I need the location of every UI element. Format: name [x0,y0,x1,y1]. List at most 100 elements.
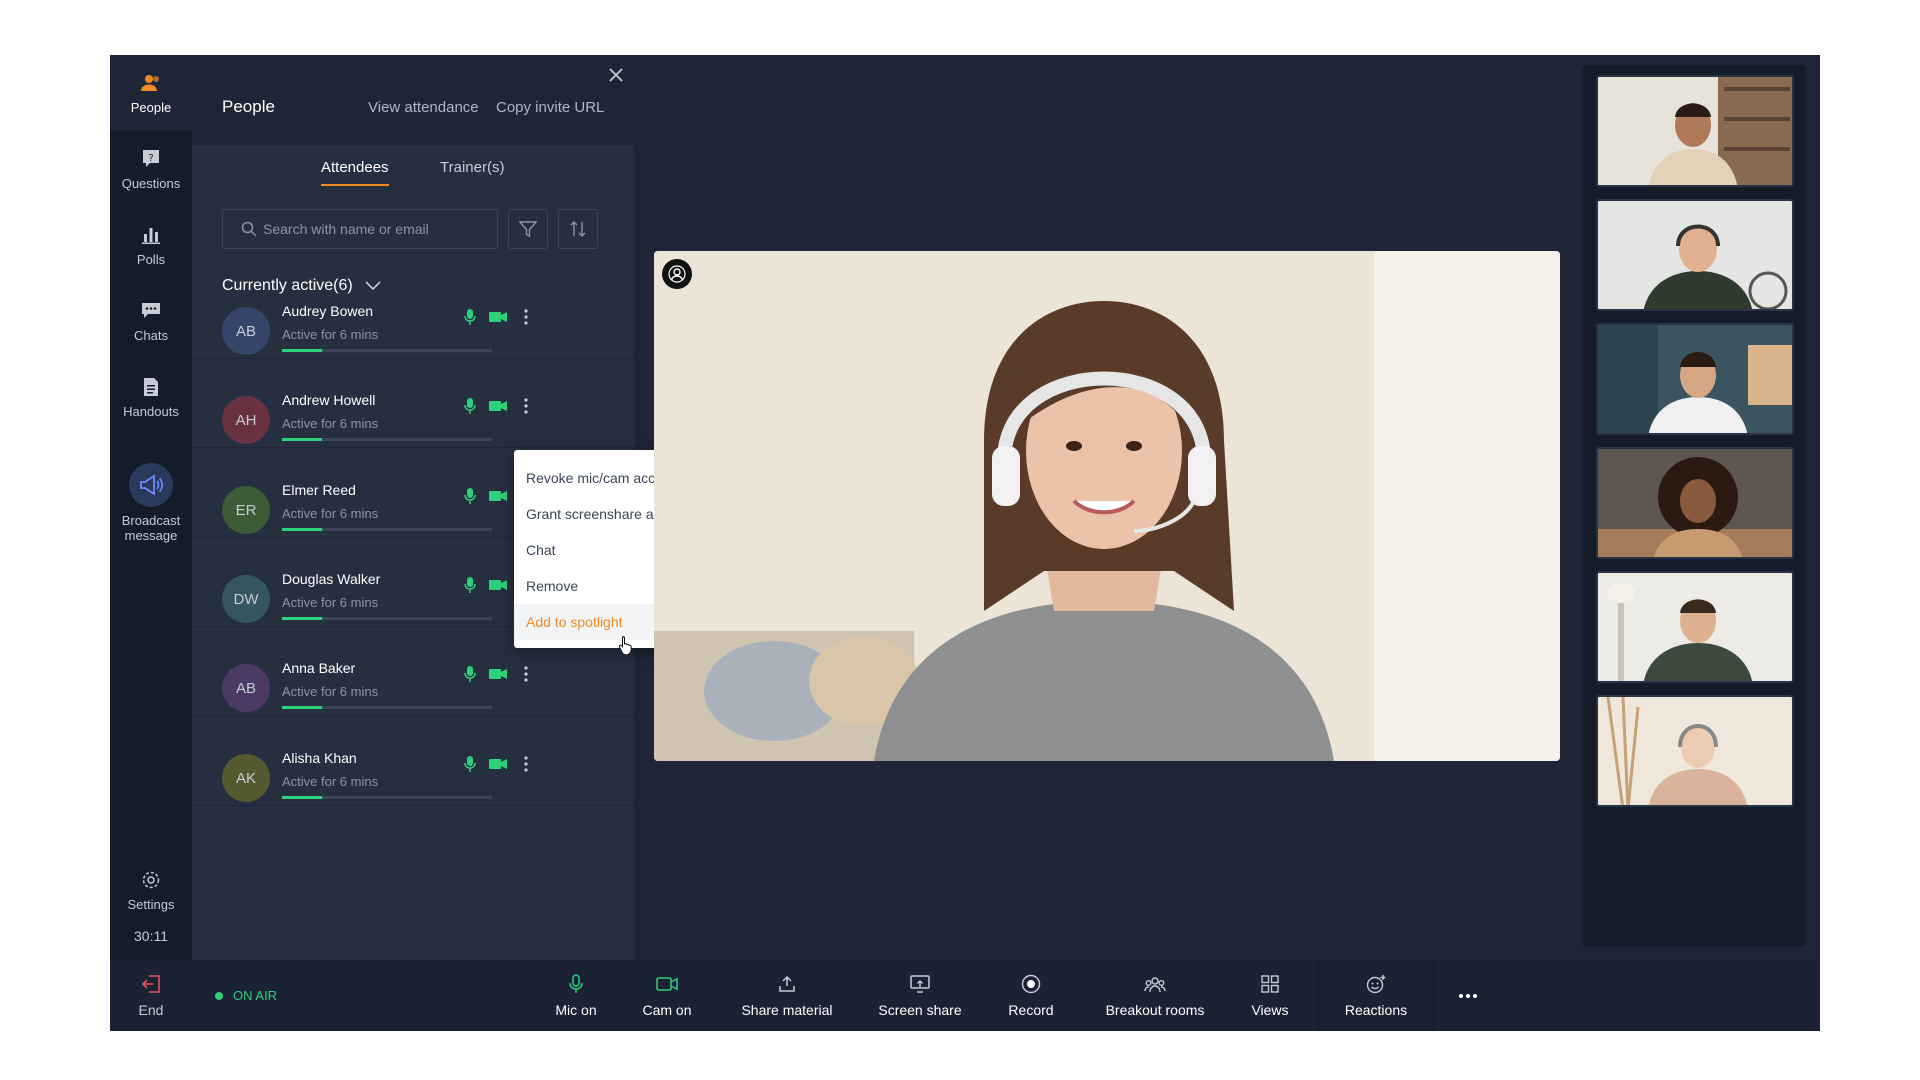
rail-label: Questions [121,175,181,191]
filter-button[interactable] [508,209,548,249]
reactions-label: Reactions [1344,1001,1408,1018]
tab-attendees[interactable]: Attendees [321,159,389,186]
mic-icon[interactable] [460,307,480,327]
breakout-rooms-button[interactable]: Breakout rooms [1090,960,1220,1031]
more-vertical-icon[interactable] [516,396,536,416]
rail-item-people[interactable]: People [110,55,192,131]
gallery-tile[interactable] [1596,323,1794,435]
people-icon [140,72,162,94]
participant-row[interactable]: AB Anna Baker Active for 6 mins [192,644,634,716]
more-vertical-icon[interactable] [516,664,536,684]
exit-icon [141,974,161,994]
screen-share-label: Screen share [878,1001,962,1018]
nav-rail: People ? Questions Polls Chats Handouts [110,55,192,960]
spotlight-video[interactable] [654,251,1560,761]
search-box [222,209,498,249]
rail-item-chats[interactable]: Chats [110,283,192,359]
spotlight-user-icon[interactable] [662,259,692,289]
gallery-tile[interactable] [1596,447,1794,559]
more-button[interactable] [1434,960,1502,1031]
view-attendance-link[interactable]: View attendance [368,99,479,116]
search-icon [241,221,257,237]
participant-video-image [1598,697,1792,805]
rail-item-questions[interactable]: ? Questions [110,131,192,207]
activity-progress-bar [282,528,492,531]
camera-icon [656,974,678,994]
mic-button[interactable]: Mic on [534,960,618,1031]
activity-progress-bar [282,617,492,620]
svg-text:?: ? [148,153,153,164]
screen-share-icon [910,974,930,994]
gallery-tile[interactable] [1596,199,1794,311]
activity-progress-fill [282,528,322,531]
camera-icon[interactable] [486,754,510,774]
activity-progress-fill [282,796,322,799]
camera-icon[interactable] [486,575,510,595]
screen-share-button[interactable]: Screen share [860,960,980,1031]
participant-name: Elmer Reed [282,482,356,498]
filter-icon [519,221,537,238]
rail-item-settings[interactable]: Settings [110,855,192,925]
camera-icon[interactable] [486,396,510,416]
search-input[interactable] [263,221,483,237]
views-button[interactable]: Views [1230,960,1310,1031]
sort-button[interactable] [558,209,598,249]
document-icon [140,376,162,398]
participant-row[interactable]: AB Audrey Bowen Active for 6 mins [192,287,634,359]
divider [1318,960,1319,1031]
rail-item-handouts[interactable]: Handouts [110,359,192,435]
views-label: Views [1251,1001,1289,1018]
activity-progress-bar [282,796,492,799]
record-icon [1021,974,1041,994]
session-timer: 30:11 [134,928,168,944]
mic-icon[interactable] [460,486,480,506]
mic-icon[interactable] [460,396,480,416]
reaction-icon [1366,974,1386,994]
more-vertical-icon[interactable] [516,307,536,327]
camera-icon[interactable] [486,486,510,506]
classroom-app: People ? Questions Polls Chats Handouts [110,55,1820,1031]
camera-button[interactable]: Cam on [626,960,708,1031]
panel-header: People View attendance Copy invite URL [192,55,634,145]
poll-icon [140,224,162,246]
participant-row[interactable]: AH Andrew Howell Active for 6 mins [192,376,634,448]
video-gallery [1582,65,1806,947]
end-button[interactable]: End [110,960,192,1031]
close-icon[interactable] [602,61,630,89]
mic-icon[interactable] [460,575,480,595]
rail-item-broadcast[interactable]: Broadcast message [110,453,192,553]
participant-status: Active for 6 mins [282,684,379,699]
reactions-button[interactable]: Reactions [1320,960,1432,1031]
participant-name: Audrey Bowen [282,303,374,319]
camera-icon[interactable] [486,307,510,327]
more-vertical-icon[interactable] [516,754,536,774]
participant-status: Active for 6 mins [282,416,379,431]
camera-icon[interactable] [486,664,510,684]
record-button[interactable]: Record [986,960,1076,1031]
copy-invite-url-link[interactable]: Copy invite URL [496,99,604,116]
gallery-tile[interactable] [1596,75,1794,187]
share-icon [778,974,796,994]
share-material-label: Share material [741,1001,833,1018]
avatar: ER [222,486,270,534]
participant-video-image [1598,573,1792,681]
participant-row[interactable]: AK Alisha Khan Active for 6 mins [192,734,634,806]
rail-item-polls[interactable]: Polls [110,207,192,283]
mic-icon[interactable] [460,664,480,684]
panel-tabs: Attendees Trainer(s) [192,145,634,193]
share-material-button[interactable]: Share material [718,960,856,1031]
participant-status: Active for 6 mins [282,327,379,342]
mic-icon[interactable] [460,754,480,774]
participant-name: Alisha Khan [282,750,357,766]
gear-icon [140,869,162,891]
megaphone-icon [129,463,173,507]
tab-trainers[interactable]: Trainer(s) [440,159,504,184]
avatar: AH [222,396,270,444]
participant-name: Douglas Walker [282,571,381,587]
participant-status: Active for 6 mins [282,506,379,521]
sort-icon [570,221,586,237]
gallery-tile[interactable] [1596,695,1794,807]
gallery-tile[interactable] [1596,571,1794,683]
activity-progress-bar [282,349,492,352]
activity-progress-bar [282,706,492,709]
